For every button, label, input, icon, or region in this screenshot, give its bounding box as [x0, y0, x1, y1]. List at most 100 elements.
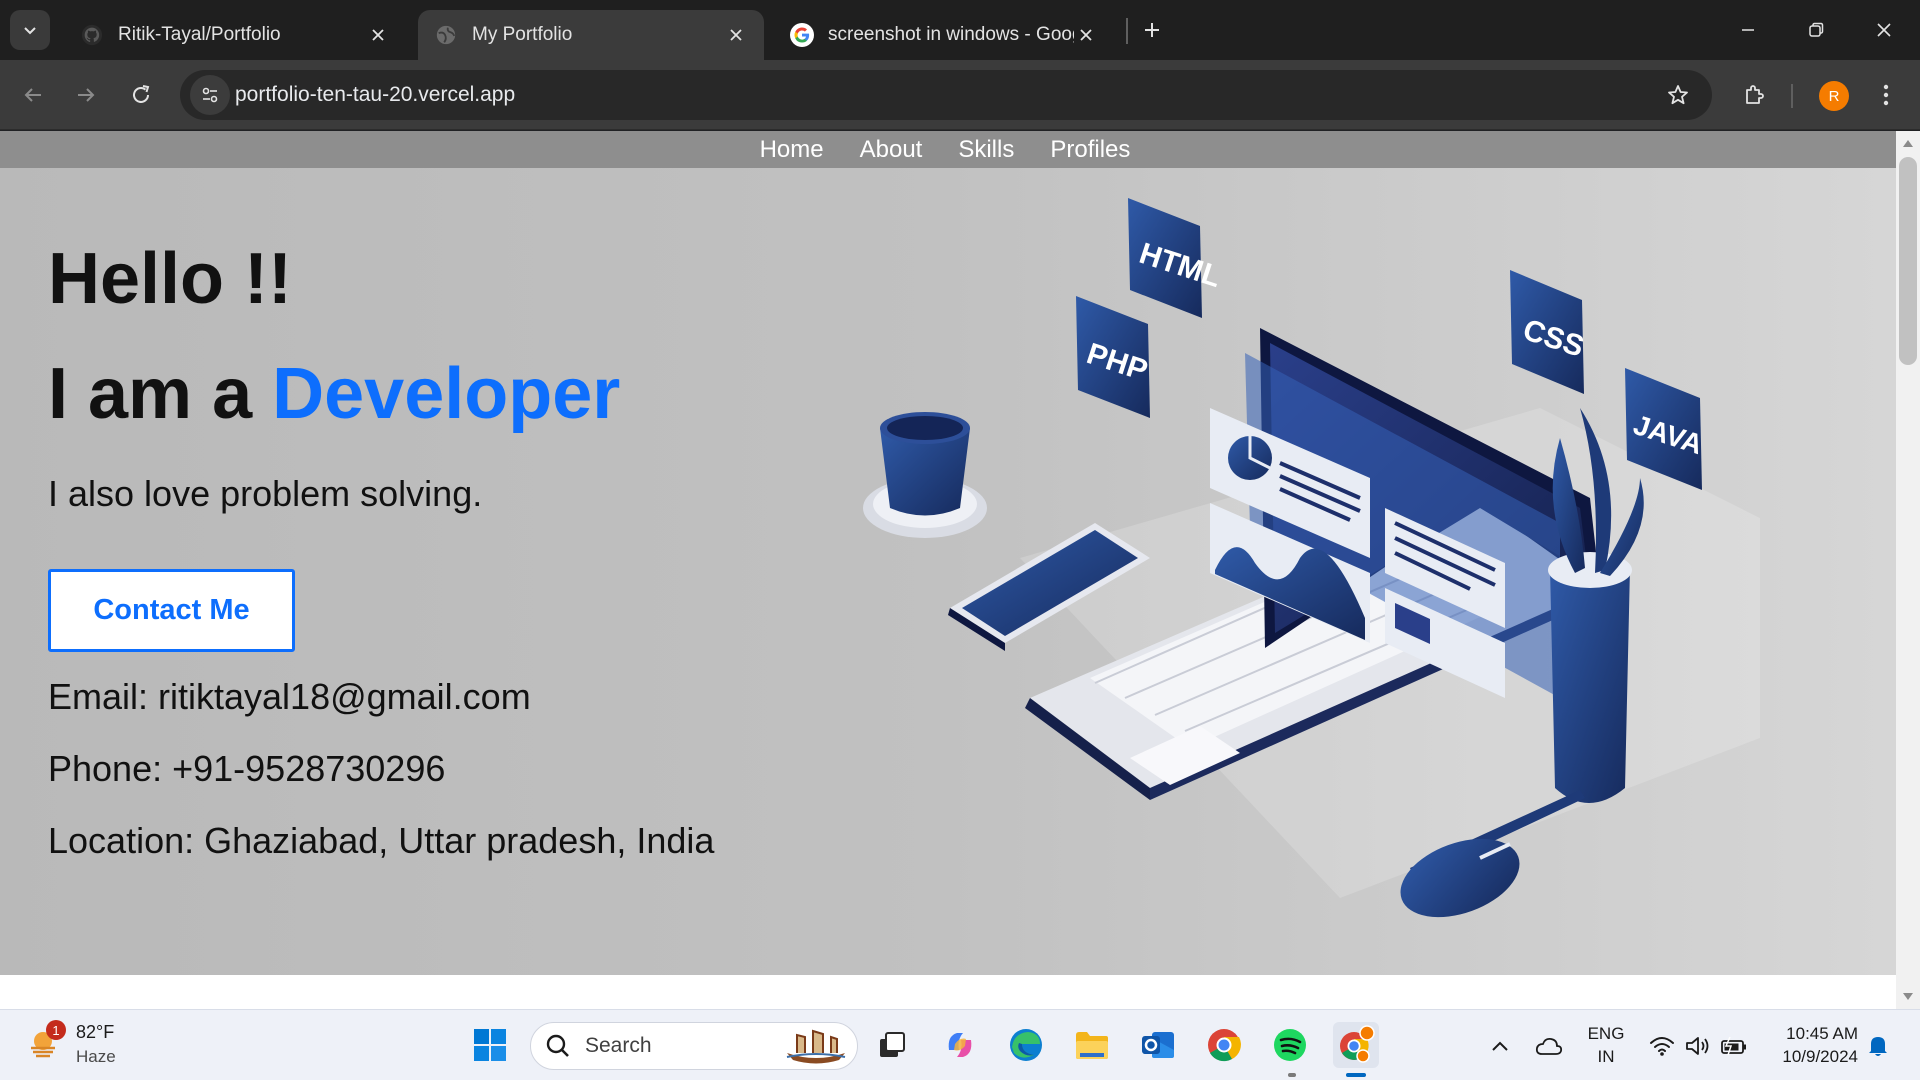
- reload-icon: [133, 85, 150, 103]
- copilot-button[interactable]: [937, 1022, 983, 1068]
- reload-button[interactable]: [121, 75, 161, 115]
- battery-charging-icon: [1721, 1036, 1746, 1056]
- scroll-thumb[interactable]: [1899, 157, 1917, 365]
- search-highlight-ship-icon: [786, 1029, 846, 1064]
- file-explorer-button[interactable]: [1069, 1022, 1115, 1068]
- outlook-button[interactable]: [1135, 1022, 1181, 1068]
- page-viewport: Home About Skills Profiles Hello !! I am…: [0, 131, 1896, 1009]
- tab-google-search[interactable]: screenshot in windows - Google: [774, 10, 1114, 60]
- tab-github[interactable]: Ritik-Tayal/Portfolio: [64, 10, 406, 60]
- chevron-up-icon: [1492, 1041, 1508, 1051]
- region-code: IN: [1597, 1047, 1615, 1066]
- scroll-up-arrow[interactable]: [1896, 131, 1920, 155]
- close-icon: [1877, 23, 1891, 37]
- caret-up-icon: [1903, 140, 1913, 147]
- site-navbar: Home About Skills Profiles: [0, 131, 1896, 168]
- spotify-icon: [1274, 1029, 1306, 1061]
- battery-button[interactable]: [1718, 1030, 1750, 1062]
- volume-button[interactable]: [1682, 1030, 1714, 1062]
- chrome-icon: [1208, 1029, 1241, 1062]
- close-tab-icon[interactable]: [1074, 23, 1098, 47]
- tab-title: screenshot in windows - Google: [828, 24, 1074, 45]
- nav-link-about[interactable]: About: [860, 136, 923, 164]
- new-tab-button[interactable]: [1134, 12, 1170, 48]
- plus-icon: [1145, 23, 1159, 37]
- tab-my-portfolio[interactable]: My Portfolio: [418, 10, 764, 60]
- notification-badge: 1: [46, 1020, 66, 1040]
- weather-widget[interactable]: 1 82°F Haze: [24, 1020, 124, 1070]
- input-language[interactable]: ENG IN: [1583, 1022, 1629, 1068]
- profile-avatar[interactable]: R: [1819, 81, 1849, 111]
- extensions-button[interactable]: [1734, 75, 1774, 115]
- contact-location: Location: Ghaziabad, Uttar pradesh, Indi…: [48, 820, 715, 861]
- taskbar-search[interactable]: Search: [530, 1022, 858, 1070]
- star-icon: [1668, 85, 1688, 105]
- clock-time: 10:45 AM: [1786, 1024, 1858, 1043]
- puzzle-icon: [1746, 85, 1764, 104]
- start-button[interactable]: [467, 1022, 513, 1068]
- show-hidden-icons-button[interactable]: [1484, 1030, 1516, 1062]
- bell-icon: [1869, 1037, 1887, 1056]
- nav-link-home[interactable]: Home: [760, 136, 824, 164]
- restore-button[interactable]: [1782, 0, 1850, 60]
- chevron-down-icon: [24, 27, 36, 35]
- chrome-button[interactable]: [1201, 1022, 1247, 1068]
- contact-email: Email: ritiktayal18@gmail.com: [48, 676, 531, 717]
- contact-me-button[interactable]: Contact Me: [48, 569, 295, 652]
- edge-icon: [1010, 1029, 1042, 1061]
- speaker-icon: [1686, 1037, 1709, 1055]
- minimize-button[interactable]: [1714, 0, 1782, 60]
- close-window-button[interactable]: [1850, 0, 1918, 60]
- toolbar-divider: [1791, 84, 1793, 108]
- profile-initial: R: [1828, 87, 1840, 105]
- weather-condition: Haze: [76, 1047, 116, 1066]
- hero-greeting: Hello !!: [48, 239, 292, 319]
- chrome-profile-button[interactable]: [1333, 1022, 1379, 1068]
- url-text[interactable]: portfolio-ten-tau-20.vercel.app: [235, 70, 515, 120]
- browser-toolbar: portfolio-ten-tau-20.vercel.app: [0, 60, 1920, 130]
- restore-icon: [1809, 22, 1824, 37]
- scroll-down-arrow[interactable]: [1896, 985, 1920, 1009]
- next-section-edge: [0, 975, 1896, 1009]
- windows-logo-icon: [474, 1029, 506, 1061]
- address-bar[interactable]: portfolio-ten-tau-20.vercel.app: [180, 70, 1712, 120]
- language-code: ENG: [1587, 1024, 1625, 1043]
- site-info-button[interactable]: [190, 75, 230, 115]
- search-placeholder: Search: [585, 1034, 652, 1057]
- hero-role: Developer: [272, 354, 621, 434]
- google-icon: [790, 23, 814, 47]
- page-scrollbar[interactable]: [1896, 131, 1920, 1009]
- hero-section: Hello !! I am a Developer I also love pr…: [0, 168, 1896, 975]
- onedrive-button[interactable]: [1533, 1030, 1565, 1062]
- close-tab-icon[interactable]: [366, 23, 390, 47]
- wifi-button[interactable]: [1646, 1030, 1678, 1062]
- back-button[interactable]: [13, 75, 53, 115]
- folder-icon: [1076, 1032, 1108, 1059]
- chrome-profile-icon: [1340, 1025, 1375, 1063]
- contact-phone: Phone: +91-9528730296: [48, 748, 446, 789]
- system-clock[interactable]: 10:45 AM 10/9/2024: [1768, 1022, 1858, 1068]
- edge-button[interactable]: [1003, 1022, 1049, 1068]
- nav-link-profiles[interactable]: Profiles: [1050, 136, 1130, 164]
- clock-date: 10/9/2024: [1782, 1047, 1858, 1066]
- close-tab-icon[interactable]: [724, 23, 748, 47]
- tag-php: PHP: [1076, 296, 1152, 418]
- caret-down-icon: [1903, 993, 1913, 1000]
- forward-button[interactable]: [66, 75, 106, 115]
- tab-separator: [1126, 18, 1128, 44]
- spotify-button[interactable]: [1267, 1022, 1313, 1068]
- tab-search-button[interactable]: [10, 10, 50, 50]
- windows-taskbar: 1 82°F Haze Search ENG IN 10:45 AM 10/9/…: [0, 1009, 1920, 1080]
- bookmark-button[interactable]: [1662, 79, 1694, 111]
- arrow-right-icon: [78, 88, 95, 102]
- tune-icon: [202, 87, 218, 103]
- cloud-icon: [1535, 1037, 1563, 1055]
- tag-html: HTML: [1128, 198, 1225, 318]
- globe-icon: [434, 23, 458, 47]
- github-icon: [80, 23, 104, 47]
- nav-link-skills[interactable]: Skills: [958, 136, 1014, 164]
- notifications-button[interactable]: [1862, 1030, 1894, 1062]
- task-view-button[interactable]: [869, 1022, 915, 1068]
- tab-title: My Portfolio: [472, 24, 573, 45]
- browser-menu-button[interactable]: [1866, 75, 1906, 115]
